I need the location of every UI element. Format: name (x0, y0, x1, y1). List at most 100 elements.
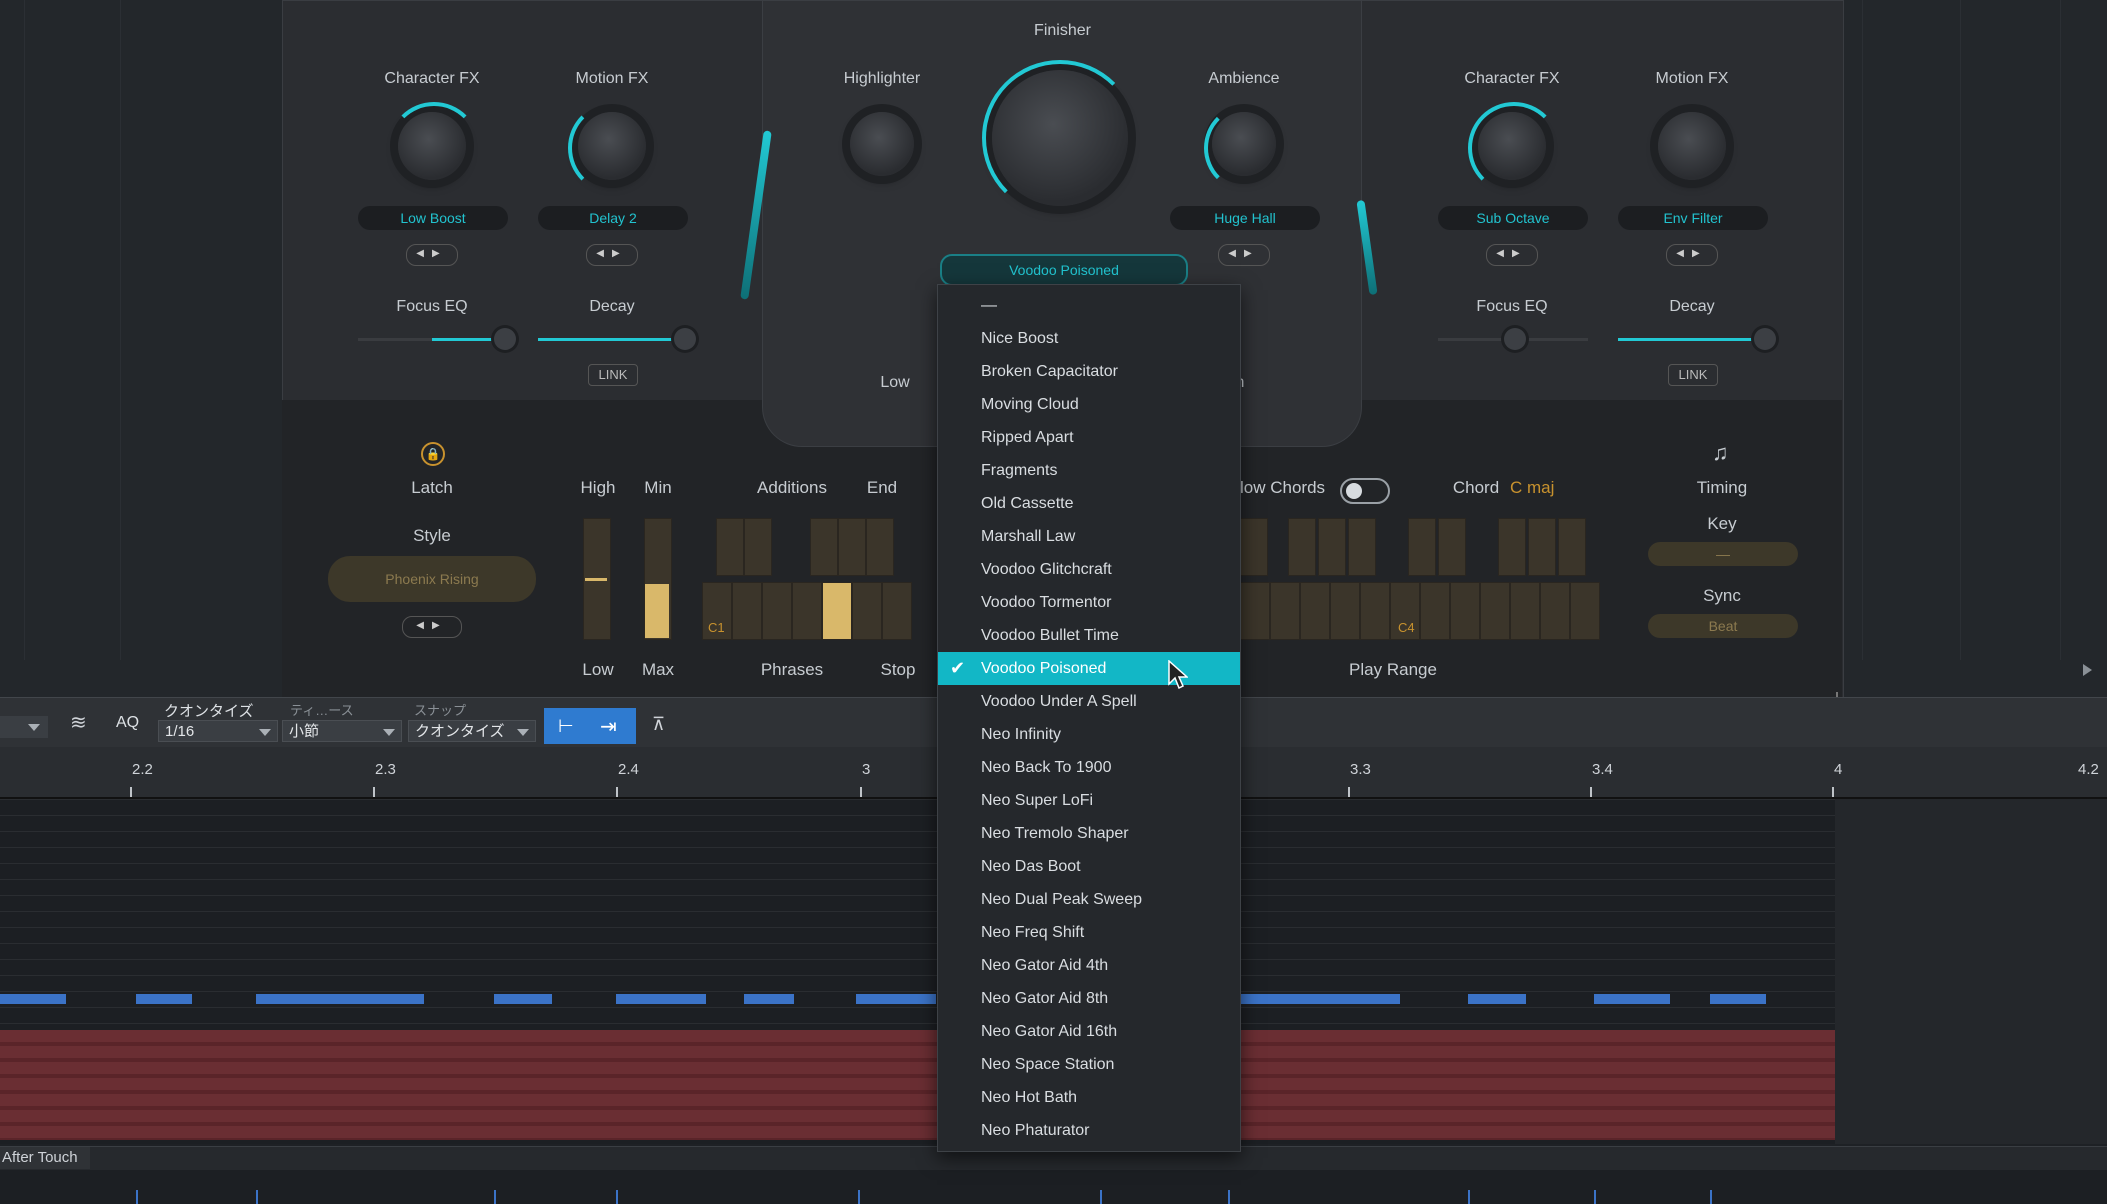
aftertouch-event[interactable] (1710, 1190, 1712, 1204)
right-motion-fx-knob[interactable] (1658, 112, 1726, 180)
range-lower-key[interactable] (1300, 582, 1330, 640)
midi-note[interactable] (0, 994, 66, 1004)
snap-select[interactable]: クオンタイズ (408, 720, 536, 742)
note-lane[interactable] (0, 994, 1835, 1004)
aftertouch-event[interactable] (1594, 1190, 1596, 1204)
chord-value[interactable]: C maj (1510, 478, 1564, 498)
aftertouch-event[interactable] (256, 1190, 258, 1204)
menu-item[interactable]: Voodoo Under A Spell (938, 685, 1240, 718)
ambience-prev-next[interactable]: ◀▶ (1218, 244, 1270, 266)
menu-item[interactable]: Neo Infinity (938, 718, 1240, 751)
aftertouch-event[interactable] (136, 1190, 138, 1204)
range-lower-key[interactable] (1570, 582, 1600, 640)
menu-item[interactable]: Neo Super LoFi (938, 784, 1240, 817)
range-lower-key[interactable] (1270, 582, 1300, 640)
aftertouch-event[interactable] (1468, 1190, 1470, 1204)
phrase-lower-key[interactable] (732, 582, 762, 640)
allow-chords-toggle[interactable] (1340, 478, 1390, 504)
range-lower-key[interactable] (1450, 582, 1480, 640)
aftertouch-event[interactable] (1228, 1190, 1230, 1204)
range-upper-key[interactable] (1438, 518, 1466, 576)
midi-note[interactable] (1710, 994, 1766, 1004)
menu-item-selected[interactable]: ✔ Voodoo Poisoned (938, 652, 1240, 685)
range-upper-key[interactable] (1528, 518, 1556, 576)
phrase-upper-key[interactable] (838, 518, 866, 576)
loop-start-icon[interactable]: ⊢ (558, 716, 574, 737)
range-lower-key[interactable] (1330, 582, 1360, 640)
menu-item[interactable]: Neo Hot Bath (938, 1081, 1240, 1114)
left-motion-fx-preset[interactable]: Delay 2 (538, 206, 688, 230)
left-focus-eq-thumb[interactable] (494, 328, 516, 350)
menu-item[interactable]: Voodoo Tormentor (938, 586, 1240, 619)
highlighter-knob[interactable] (850, 112, 914, 176)
range-upper-key[interactable] (1288, 518, 1316, 576)
right-link-button[interactable]: LINK (1668, 364, 1718, 386)
range-lower-key[interactable] (1480, 582, 1510, 640)
menu-item[interactable]: Neo Gator Aid 4th (938, 949, 1240, 982)
right-character-fx-preset[interactable]: Sub Octave (1438, 206, 1588, 230)
aq-button[interactable]: AQ (116, 714, 139, 732)
range-upper-key[interactable] (1408, 518, 1436, 576)
midi-note[interactable] (1594, 994, 1670, 1004)
collapse-icon[interactable]: ⊼ (652, 714, 665, 735)
phrase-keyboard[interactable] (702, 518, 916, 642)
range-lower-key[interactable] (1240, 582, 1270, 640)
menu-item[interactable]: Voodoo Bullet Time (938, 619, 1240, 652)
finisher-preset-selector[interactable]: Voodoo Poisoned (940, 254, 1188, 286)
range-lower-key[interactable] (1540, 582, 1570, 640)
midi-note[interactable] (744, 994, 794, 1004)
phrase-upper-key[interactable] (744, 518, 772, 576)
phrase-lower-key[interactable] (762, 582, 792, 640)
aftertouch-event[interactable] (616, 1190, 618, 1204)
menu-item[interactable]: — (938, 289, 1240, 322)
aftertouch-event[interactable] (858, 1190, 860, 1204)
range-upper-key[interactable] (1498, 518, 1526, 576)
right-character-fx-arrows[interactable]: ◀▶ (1486, 244, 1538, 266)
humanize-icon[interactable]: ≋ (70, 710, 87, 735)
phrase-upper-key[interactable] (716, 518, 744, 576)
midi-note[interactable] (1468, 994, 1526, 1004)
range-upper-key[interactable] (1240, 518, 1268, 576)
lock-icon[interactable]: 🔒 (421, 442, 445, 466)
midi-note[interactable] (616, 994, 706, 1004)
menu-item[interactable]: Neo Tremolo Shaper (938, 817, 1240, 850)
aftertouch-event[interactable] (1100, 1190, 1102, 1204)
left-character-fx-preset[interactable]: Low Boost (358, 206, 508, 230)
length-select[interactable]: 小節 (282, 720, 402, 742)
range-upper-key[interactable] (1318, 518, 1346, 576)
midi-note[interactable] (856, 994, 936, 1004)
play-range-keyboard[interactable] (1240, 518, 1602, 642)
aftertouch-event[interactable] (494, 1190, 496, 1204)
scroll-right-icon[interactable] (2083, 664, 2092, 676)
menu-item[interactable]: Marshall Law (938, 520, 1240, 553)
phrase-lower-key[interactable] (822, 582, 852, 640)
left-motion-fx-arrows[interactable]: ◀▶ (586, 244, 638, 266)
left-decay-thumb[interactable] (674, 328, 696, 350)
menu-item[interactable]: Neo Gator Aid 8th (938, 982, 1240, 1015)
menu-item[interactable]: Broken Capacitator (938, 355, 1240, 388)
left-character-fx-arrows[interactable]: ◀▶ (406, 244, 458, 266)
menu-item[interactable]: Neo Back To 1900 (938, 751, 1240, 784)
menu-item[interactable]: Fragments (938, 454, 1240, 487)
phrase-upper-key[interactable] (866, 518, 894, 576)
range-upper-key[interactable] (1558, 518, 1586, 576)
menu-item[interactable]: Moving Cloud (938, 388, 1240, 421)
aftertouch-lane[interactable] (0, 1170, 2107, 1204)
phrase-lower-key[interactable] (882, 582, 912, 640)
menu-item[interactable]: Neo Phaturator (938, 1114, 1240, 1147)
style-selector[interactable]: Phoenix Rising (328, 556, 536, 602)
range-upper-key[interactable] (1348, 518, 1376, 576)
phrase-lower-key[interactable] (792, 582, 822, 640)
menu-item[interactable]: Ripped Apart (938, 421, 1240, 454)
menu-item[interactable]: Neo Freq Shift (938, 916, 1240, 949)
midi-note[interactable] (256, 994, 424, 1004)
menu-item[interactable]: Voodoo Glitchcraft (938, 553, 1240, 586)
aftertouch-label[interactable]: After Touch (0, 1147, 90, 1169)
right-motion-fx-arrows[interactable]: ◀▶ (1666, 244, 1718, 266)
menu-item[interactable]: Old Cassette (938, 487, 1240, 520)
menu-item[interactable]: Neo Das Boot (938, 850, 1240, 883)
phrase-upper-key[interactable] (810, 518, 838, 576)
midi-note[interactable] (494, 994, 552, 1004)
right-focus-eq-thumb[interactable] (1504, 328, 1526, 350)
right-motion-fx-preset[interactable]: Env Filter (1618, 206, 1768, 230)
